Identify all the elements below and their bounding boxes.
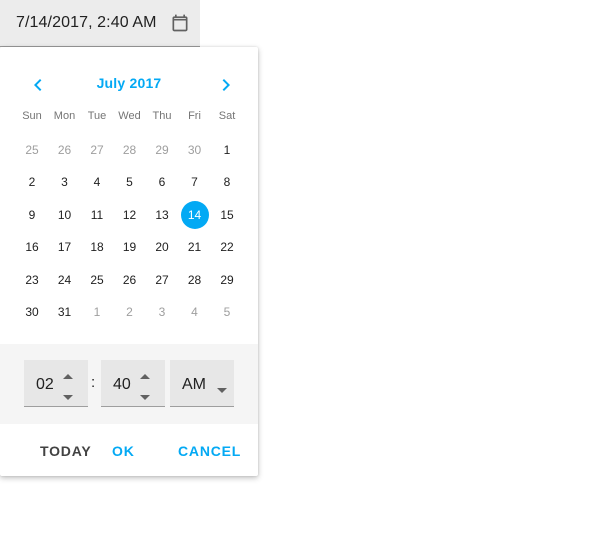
minute-down-icon[interactable] <box>139 390 151 400</box>
day-cell[interactable]: 17 <box>51 233 79 261</box>
time-selector: 02 : 40 AM <box>0 344 258 424</box>
time-separator: : <box>91 374 96 391</box>
day-cell[interactable]: 13 <box>148 201 176 229</box>
day-cell[interactable]: 29 <box>213 266 241 294</box>
hour-down-icon[interactable] <box>62 390 74 400</box>
meridiem-value[interactable]: AM <box>182 376 206 394</box>
day-cell[interactable]: 9 <box>18 201 46 229</box>
day-cell[interactable]: 26 <box>51 136 79 164</box>
hour-up-icon[interactable] <box>62 368 74 379</box>
day-cell[interactable]: 12 <box>116 201 144 229</box>
day-cell[interactable]: 28 <box>116 136 144 164</box>
meridiem-select[interactable]: AM <box>170 360 234 407</box>
day-cell-selected[interactable]: 14 <box>180 200 209 229</box>
day-cell[interactable]: 1 <box>83 298 111 326</box>
ok-button[interactable]: OK <box>112 443 135 459</box>
minute-stepper[interactable]: 40 <box>101 360 165 407</box>
day-cell[interactable]: 15 <box>213 201 241 229</box>
day-cell[interactable]: 27 <box>148 266 176 294</box>
chevron-right-icon[interactable] <box>214 73 238 97</box>
day-cell[interactable]: 2 <box>116 298 144 326</box>
calendar-icon[interactable] <box>170 13 190 33</box>
day-cell[interactable]: 25 <box>18 136 46 164</box>
datetime-input[interactable]: 7/14/2017, 2:40 AM <box>0 0 200 47</box>
weekday-label: Tue <box>87 110 107 122</box>
chevron-down-icon[interactable] <box>216 381 228 393</box>
day-cell[interactable]: 21 <box>181 233 209 261</box>
hour-stepper[interactable]: 02 <box>24 360 88 407</box>
today-button[interactable]: TODAY <box>40 443 91 459</box>
weekday-label: Thu <box>152 110 172 122</box>
minute-up-icon[interactable] <box>139 368 151 379</box>
day-cell[interactable]: 5 <box>116 168 144 196</box>
day-cell[interactable]: 16 <box>18 233 46 261</box>
day-cell[interactable]: 28 <box>181 266 209 294</box>
day-cell[interactable]: 11 <box>83 201 111 229</box>
day-cell[interactable]: 27 <box>83 136 111 164</box>
day-cell[interactable]: 1 <box>213 136 241 164</box>
weekday-label: Sun <box>22 110 42 122</box>
day-cell[interactable]: 25 <box>83 266 111 294</box>
day-cell[interactable]: 3 <box>51 168 79 196</box>
weekday-label: Wed <box>118 110 141 122</box>
day-cell[interactable]: 10 <box>51 201 79 229</box>
weekday-label: Sat <box>218 110 236 122</box>
day-cell[interactable]: 18 <box>83 233 111 261</box>
cancel-button[interactable]: CANCEL <box>178 443 241 459</box>
day-cell[interactable]: 23 <box>18 266 46 294</box>
day-cell[interactable]: 4 <box>83 168 111 196</box>
minute-value[interactable]: 40 <box>113 376 131 394</box>
datepicker-popup: July 2017 Sun Mon Tue Wed Thu Fri Sat 25 26 27 28… <box>0 47 258 476</box>
day-cell[interactable]: 7 <box>181 168 209 196</box>
day-cell[interactable]: 8 <box>213 168 241 196</box>
day-cell[interactable]: 22 <box>213 233 241 261</box>
day-cell[interactable]: 5 <box>213 298 241 326</box>
day-cell[interactable]: 30 <box>181 136 209 164</box>
day-cell[interactable]: 24 <box>51 266 79 294</box>
day-cell[interactable]: 4 <box>181 298 209 326</box>
day-cell[interactable]: 29 <box>148 136 176 164</box>
day-cell[interactable]: 2 <box>18 168 46 196</box>
day-cell[interactable]: 19 <box>116 233 144 261</box>
day-cell[interactable]: 3 <box>148 298 176 326</box>
day-cell[interactable]: 6 <box>148 168 176 196</box>
day-cell[interactable]: 30 <box>18 298 46 326</box>
day-cell[interactable]: 31 <box>51 298 79 326</box>
day-cell[interactable]: 26 <box>116 266 144 294</box>
weekday-label: Fri <box>188 110 201 122</box>
datetime-value[interactable]: 7/14/2017, 2:40 AM <box>16 14 157 32</box>
weekday-label: Mon <box>53 110 76 122</box>
hour-value[interactable]: 02 <box>36 376 54 394</box>
day-cell[interactable]: 20 <box>148 233 176 261</box>
